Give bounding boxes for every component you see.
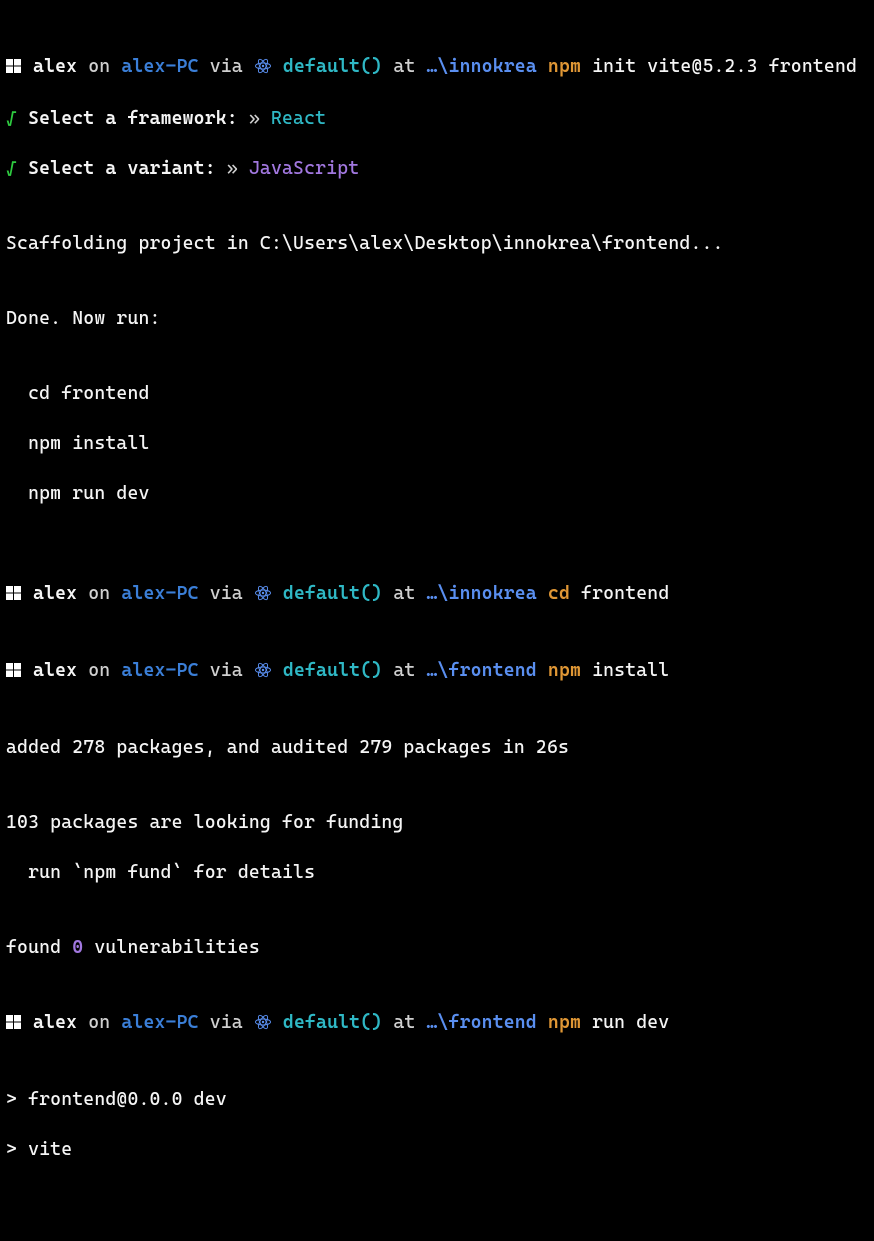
prompt-via: via: [199, 660, 254, 681]
prompt-host: alex-PC: [121, 583, 198, 604]
prompt-path: …\innokrea: [426, 56, 536, 77]
prompt-host: alex-PC: [121, 660, 198, 681]
output-line: √ Select a framework: » React: [6, 106, 868, 131]
choice-text: JavaScript: [249, 158, 359, 179]
output-line: npm install: [6, 431, 868, 456]
prompt-host: alex-PC: [121, 56, 198, 77]
output-line: > vite: [6, 1137, 868, 1162]
command-args: install: [581, 660, 669, 681]
separator: »: [216, 158, 249, 179]
prompt-text: Select a framework:: [17, 108, 238, 129]
prompt-user: alex: [33, 1012, 77, 1033]
prompt-via: via: [199, 583, 254, 604]
output-line: cd frontend: [6, 381, 868, 406]
prompt-default: default(): [283, 583, 382, 604]
prompt-on: on: [77, 1012, 121, 1033]
check-icon: √: [6, 158, 17, 179]
prompt-line: alex on alex-PC via default() at …\innok…: [6, 581, 868, 608]
prompt-user: alex: [33, 583, 77, 604]
prompt-at: at: [382, 1012, 426, 1033]
prompt-path: …\frontend: [426, 660, 536, 681]
output-line: added 278 packages, and audited 279 pack…: [6, 735, 868, 760]
command-args: frontend: [570, 583, 669, 604]
react-icon: [254, 584, 272, 609]
prompt-at: at: [382, 56, 426, 77]
check-icon: √: [6, 108, 17, 129]
windows-icon: [6, 660, 22, 685]
prompt-user: alex: [33, 56, 77, 77]
prompt-text: Select a variant:: [17, 158, 216, 179]
output-line: npm run dev: [6, 481, 868, 506]
windows-icon: [6, 1012, 22, 1037]
windows-icon: [6, 583, 22, 608]
output-line: Done. Now run:: [6, 306, 868, 331]
prompt-on: on: [77, 660, 121, 681]
separator: »: [238, 108, 271, 129]
prompt-via: via: [199, 1012, 254, 1033]
prompt-line: alex on alex-PC via default() at …\front…: [6, 658, 868, 685]
output-line: Scaffolding project in C:\Users\alex\Des…: [6, 231, 868, 256]
count: 0: [72, 937, 83, 958]
command-name[interactable]: cd: [548, 583, 570, 604]
text: vulnerabilities: [83, 937, 260, 958]
prompt-at: at: [382, 583, 426, 604]
prompt-path: …\innokrea: [426, 583, 536, 604]
output-line: > frontend@0.0.0 dev: [6, 1087, 868, 1112]
prompt-user: alex: [33, 660, 77, 681]
output-line: run `npm fund` for details: [6, 860, 868, 885]
prompt-default: default(): [283, 660, 382, 681]
command-args: run dev: [581, 1012, 669, 1033]
prompt-via: via: [199, 56, 254, 77]
command-name[interactable]: npm: [548, 660, 581, 681]
prompt-on: on: [77, 583, 121, 604]
react-icon: [254, 661, 272, 686]
command-name[interactable]: npm: [548, 1012, 581, 1033]
prompt-line: alex on alex-PC via default() at …\front…: [6, 1010, 868, 1037]
prompt-path: …\frontend: [426, 1012, 536, 1033]
react-icon: [254, 57, 272, 82]
output-line: √ Select a variant: » JavaScript: [6, 156, 868, 181]
command-name[interactable]: npm: [548, 56, 581, 77]
output-line: 103 packages are looking for funding: [6, 810, 868, 835]
windows-icon: [6, 56, 22, 81]
output-line: found 0 vulnerabilities: [6, 935, 868, 960]
choice-text: React: [271, 108, 326, 129]
command-args: init vite@5.2.3 frontend: [581, 56, 857, 77]
prompt-default: default(): [283, 1012, 382, 1033]
prompt-line: alex on alex-PC via default() at …\innok…: [6, 54, 868, 81]
prompt-on: on: [77, 56, 121, 77]
prompt-at: at: [382, 660, 426, 681]
text: found: [6, 937, 72, 958]
prompt-host: alex-PC: [121, 1012, 198, 1033]
prompt-default: default(): [283, 56, 382, 77]
react-icon: [254, 1013, 272, 1038]
